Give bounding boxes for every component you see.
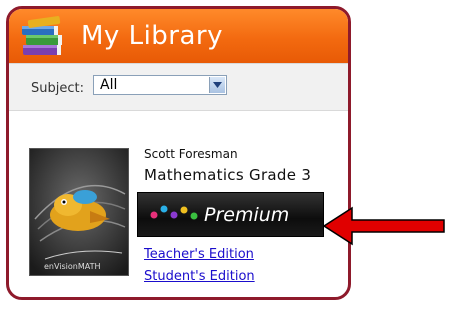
library-header: My Library xyxy=(9,9,348,63)
teachers-edition-link[interactable]: Teacher's Edition xyxy=(144,247,254,262)
students-edition-link[interactable]: Student's Edition xyxy=(144,269,255,284)
book-cover-art: enVisionMATH xyxy=(30,149,128,275)
premium-label: Premium xyxy=(204,204,290,226)
subject-label: Subject: xyxy=(31,81,84,96)
page-title: My Library xyxy=(81,21,223,51)
book-cover[interactable]: enVisionMATH xyxy=(29,148,129,276)
premium-badge[interactable]: Premium xyxy=(137,192,324,237)
colored-dots-icon xyxy=(150,205,198,220)
book-title: Mathematics Grade 3 xyxy=(144,166,312,184)
chevron-down-icon[interactable] xyxy=(209,77,225,93)
subject-select-value: All xyxy=(100,77,118,93)
red-arrow-icon xyxy=(322,206,445,246)
books-icon xyxy=(22,16,62,55)
subject-select[interactable]: All xyxy=(93,75,227,95)
book-cover-logo: enVisionMATH xyxy=(44,262,101,271)
book-publisher: Scott Foresman xyxy=(144,147,238,161)
subject-filter-bar: Subject: All xyxy=(9,63,348,111)
my-library-panel: My Library Subject: All enVisionMATH Sco… xyxy=(6,6,351,300)
